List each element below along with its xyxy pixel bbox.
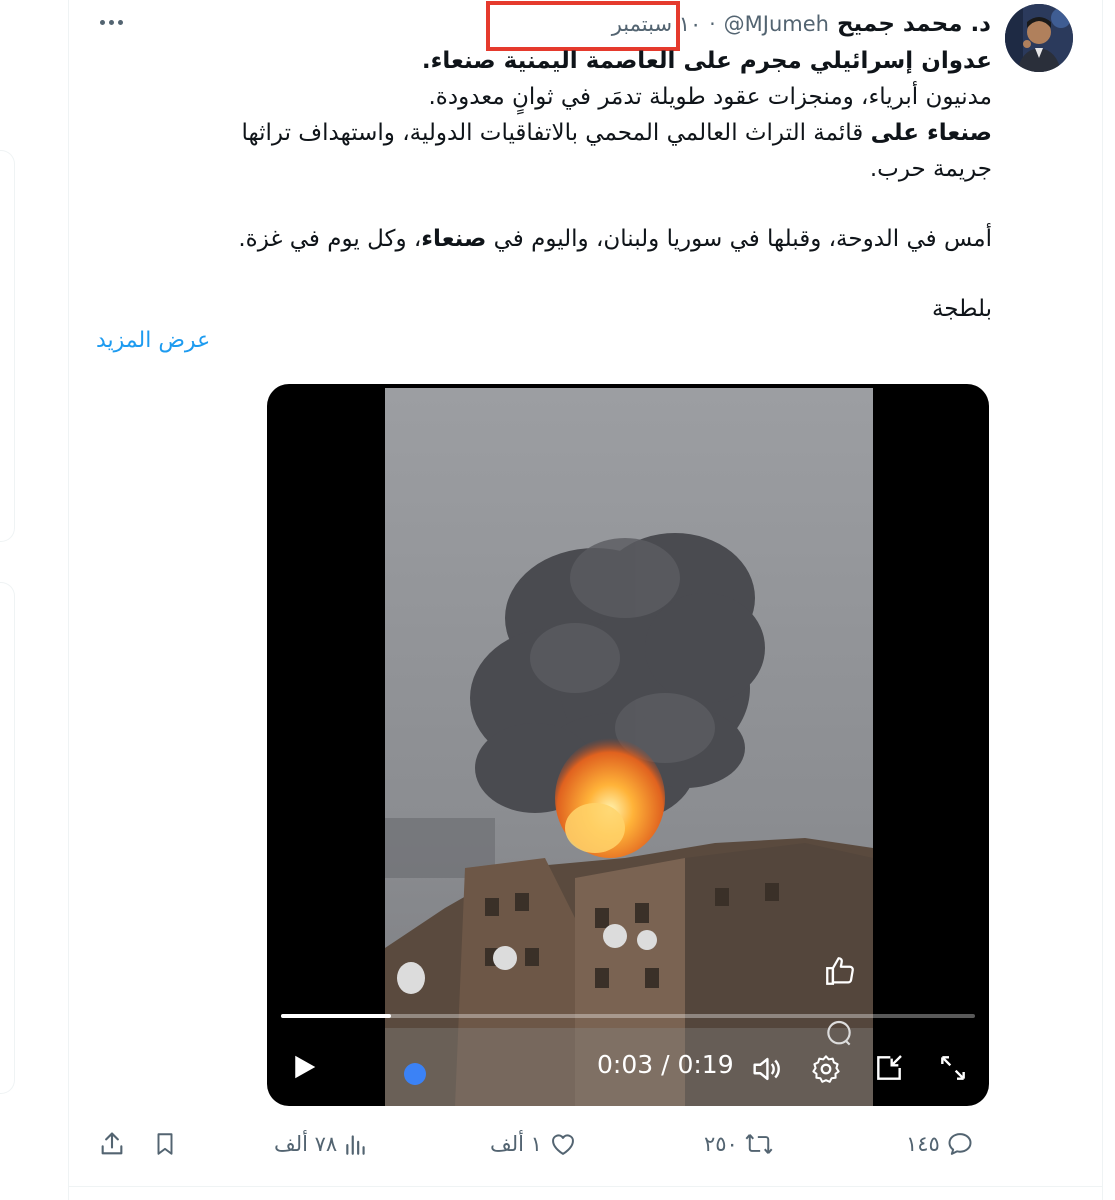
bookmark-icon xyxy=(157,1133,173,1155)
author-handle[interactable]: @MJumeh xyxy=(724,12,829,36)
reply-count: ١٤٥ xyxy=(906,1132,940,1156)
share-button[interactable] xyxy=(98,1124,126,1164)
like-count: ١ ألف xyxy=(490,1132,542,1156)
bold-sanaa-ala: صنعاء على xyxy=(870,120,992,146)
left-side-card xyxy=(0,582,15,1094)
fullscreen-icon[interactable] xyxy=(937,1052,969,1084)
volume-icon[interactable] xyxy=(749,1052,783,1086)
more-options-icon[interactable] xyxy=(93,8,129,36)
views-button[interactable]: ٧٨ ألف xyxy=(274,1124,369,1164)
share-icon xyxy=(101,1132,123,1155)
tweet-text-line-4: جريمة حرب. xyxy=(869,156,992,182)
repost-button[interactable]: ٢٥٠ xyxy=(704,1124,774,1164)
tweet-text-line-6: بلطجة xyxy=(931,296,992,322)
tweet-headline: عدوان إسرائيلي مجرم على العاصمة اليمنية … xyxy=(421,48,992,74)
view-count: ٧٨ ألف xyxy=(274,1132,338,1156)
tweet-text-line-2: مدنيون أبرياء، ومنجزات عقود طويلة تدمَر … xyxy=(428,84,993,110)
bold-sanaa: صنعاء xyxy=(421,226,487,252)
play-icon[interactable] xyxy=(289,1052,319,1082)
tweet-text-line-5: أمس في الدوحة، وقبلها في سوريا ولبنان، و… xyxy=(150,222,992,256)
avatar[interactable] xyxy=(1005,4,1073,72)
line-3-rest: قائمة التراث العالمي المحمي بالاتفاقيات … xyxy=(241,120,871,146)
tweet-text-line-3: صنعاء على قائمة التراث العالمي المحمي با… xyxy=(150,116,992,150)
video-time: 0:03 / 0:19 xyxy=(597,1050,734,1079)
pip-icon[interactable] xyxy=(873,1052,905,1084)
analytics-icon xyxy=(346,1135,365,1155)
left-side-card xyxy=(0,150,15,542)
header-separator: · xyxy=(709,12,716,36)
comment-icon[interactable] xyxy=(823,1018,855,1050)
progress-bar[interactable] xyxy=(281,1014,975,1018)
line-5-part-a: أمس في الدوحة، وقبلها في سوريا ولبنان، و… xyxy=(486,226,992,252)
line-5-part-b: ، وكل يوم في غزة. xyxy=(238,226,422,252)
reply-icon xyxy=(948,1133,972,1155)
tweet-bottom-border xyxy=(68,1186,1103,1187)
right-edge-border xyxy=(1102,0,1115,1200)
reply-button[interactable]: ١٤٥ xyxy=(906,1124,974,1164)
settings-icon[interactable] xyxy=(810,1053,842,1085)
repost-icon xyxy=(745,1134,773,1154)
progress-fill xyxy=(281,1014,391,1018)
video-frame xyxy=(385,388,873,1106)
thumbs-up-icon[interactable] xyxy=(823,954,857,988)
show-more-link[interactable]: عرض المزيد xyxy=(96,328,210,353)
author-name[interactable]: د. محمد جميح xyxy=(837,11,991,37)
heart-icon xyxy=(552,1134,574,1155)
video-player[interactable]: 0:03 / 0:19 xyxy=(267,384,989,1106)
repost-count: ٢٥٠ xyxy=(704,1132,738,1156)
bookmark-button[interactable] xyxy=(152,1124,178,1164)
like-button[interactable]: ١ ألف xyxy=(490,1124,578,1164)
tweet-text-line-1: عدوان إسرائيلي مجرم على العاصمة اليمنية … xyxy=(150,44,992,78)
